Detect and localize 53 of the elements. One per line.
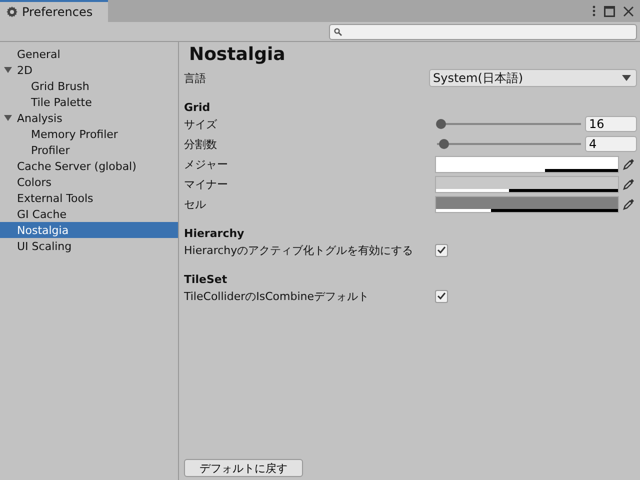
sidebar-item[interactable]: 2D <box>0 62 178 78</box>
window-tab[interactable]: Preferences <box>0 0 108 22</box>
checkmark-icon <box>437 246 446 254</box>
field-label: セル <box>184 196 206 212</box>
dropdown-arrow-icon <box>622 75 631 81</box>
number-field[interactable]: 16 <box>585 116 637 132</box>
reset-button[interactable]: デフォルトに戻す <box>184 459 303 477</box>
checkbox[interactable] <box>435 244 448 256</box>
expanded-arrow-icon[interactable] <box>4 114 12 122</box>
section-header: TileSet <box>184 272 228 286</box>
field-label: マイナー <box>184 176 228 192</box>
maximize-icon[interactable] <box>604 6 615 16</box>
field-label: Hierarchyのアクティブ化トグルを有効にする <box>184 242 414 258</box>
sidebar-item[interactable]: External Tools <box>0 190 178 206</box>
slider-thumb[interactable] <box>436 119 446 129</box>
section-header: Hierarchy <box>184 226 246 240</box>
search-icon <box>334 28 342 36</box>
page-title: Nostalgia <box>188 44 286 67</box>
eyedropper-icon[interactable] <box>623 178 635 190</box>
checkbox[interactable] <box>435 290 448 302</box>
number-field[interactable]: 4 <box>585 136 637 152</box>
sidebar-item[interactable]: UI Scaling <box>0 238 178 254</box>
slider[interactable] <box>437 139 581 149</box>
eyedropper-icon[interactable] <box>623 198 635 210</box>
field-label: TileColliderのIsCombineデフォルト <box>184 288 369 304</box>
color-field[interactable] <box>435 176 619 192</box>
sidebar-item[interactable]: Memory Profiler <box>0 126 178 142</box>
close-icon[interactable] <box>623 6 634 16</box>
eyedropper-icon[interactable] <box>623 158 635 170</box>
language-dropdown[interactable]: System(日本語) <box>429 69 637 87</box>
field-label: サイズ <box>184 116 217 132</box>
sidebar-item[interactable]: Cache Server (global) <box>0 158 178 174</box>
sidebar-item[interactable]: Profiler <box>0 142 178 158</box>
settings-icon <box>6 6 18 18</box>
more-icon[interactable] <box>592 5 596 17</box>
sidebar-item[interactable]: Grid Brush <box>0 78 178 94</box>
search-field[interactable] <box>329 24 637 40</box>
color-field[interactable] <box>435 196 619 212</box>
section-header: Grid <box>184 100 212 114</box>
sidebar-item[interactable]: Tile Palette <box>0 94 178 110</box>
field-label: メジャー <box>184 156 228 172</box>
checkmark-icon <box>437 292 446 300</box>
sidebar-item[interactable]: General <box>0 46 178 62</box>
sidebar-item[interactable]: GI Cache <box>0 206 178 222</box>
sidebar-item[interactable]: Analysis <box>0 110 178 126</box>
slider-thumb[interactable] <box>439 139 450 149</box>
color-field[interactable] <box>435 156 619 172</box>
slider[interactable] <box>437 119 581 129</box>
field-label: 分割数 <box>184 136 217 152</box>
field-label: 言語 <box>184 70 206 86</box>
sidebar-item[interactable]: Nostalgia <box>0 222 178 238</box>
expanded-arrow-icon[interactable] <box>4 66 12 74</box>
sidebar-item[interactable]: Colors <box>0 174 178 190</box>
